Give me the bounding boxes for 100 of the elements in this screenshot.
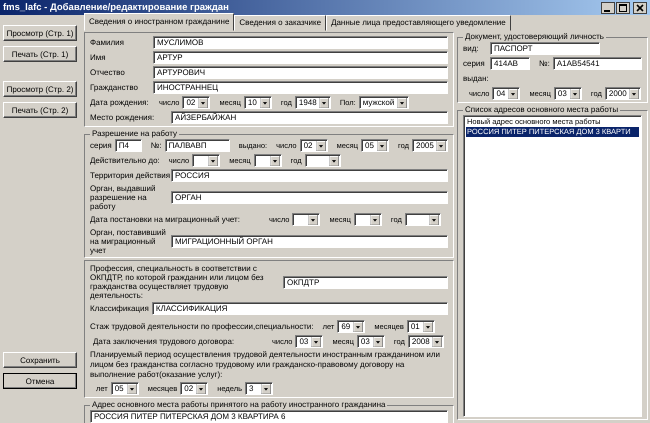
dropdown-arrow-icon [328, 156, 339, 166]
dropdown[interactable] [404, 213, 441, 226]
field-label: вид: [463, 44, 480, 53]
text-field[interactable]: МУСЛИМОВ [153, 36, 448, 49]
dropdown[interactable]: 02 [180, 382, 208, 395]
dropdown-arrow-icon [570, 88, 580, 98]
field-label: №: [150, 141, 162, 150]
dropdown[interactable]: 02 [300, 139, 328, 152]
text-field[interactable]: РОССИЯ [171, 169, 448, 182]
group-title: Адрес основного места работы принятого на работу иностранного гражданина [91, 400, 386, 410]
text-field[interactable]: А1АВ54541 [552, 57, 642, 70]
group-title: Документ, удостоверяющий личность [464, 32, 605, 42]
dropdown[interactable]: 03 [356, 335, 385, 348]
field-label: Орган, выдавший разрешение на работу [90, 184, 156, 211]
text-field[interactable]: РОССИЯ ПИТЕР ПИТЕРСКАЯ ДОМ 3 КВАРТИРА 6 [90, 410, 448, 423]
side-button[interactable]: Просмотр (Стр. 2) [3, 81, 77, 97]
dropdown[interactable]: 05 [110, 382, 139, 395]
dropdown[interactable]: 10 [244, 96, 272, 109]
field-label: серия [463, 59, 486, 68]
maximize-icon[interactable] [616, 2, 630, 14]
text-field[interactable]: КЛАССИФИКАЦИЯ [152, 302, 448, 315]
field-label: №: [539, 59, 550, 68]
text-field[interactable]: АРТУР [153, 51, 448, 64]
dropdown-arrow-icon [308, 214, 318, 224]
tab[interactable]: Сведения о заказчике [234, 15, 326, 31]
dropdown[interactable]: 03 [554, 87, 582, 100]
dropdown-arrow-icon [198, 98, 208, 108]
text-field[interactable]: ПАЛВАВП [164, 139, 230, 152]
side-button[interactable]: Сохранить [3, 352, 77, 368]
side-button[interactable]: Отмена [3, 373, 77, 389]
field-label: Классификация [90, 304, 149, 313]
dropdown[interactable]: 02 [182, 96, 210, 109]
field-label: Фамилия [90, 38, 125, 47]
text-field[interactable]: П4 [114, 139, 142, 152]
dropdown[interactable]: 03 [295, 335, 324, 348]
dropdown[interactable] [304, 154, 341, 167]
field-label: Стаж трудовой деятельности по профессии,специальности: [90, 322, 314, 331]
dropdown-arrow-icon [318, 98, 329, 108]
tab[interactable]: Данные лица предоставляющего уведомление [326, 15, 511, 31]
field-label: Место рождения: [90, 113, 156, 122]
dropdown-arrow-icon [372, 336, 383, 346]
field-label: Орган, поставивший на миграционный учет [90, 228, 167, 255]
dropdown-arrow-icon [311, 336, 322, 346]
dropdown[interactable] [292, 213, 320, 226]
dropdown-arrow-icon [370, 214, 380, 224]
dropdown[interactable]: 01 [406, 320, 435, 333]
minimize-icon[interactable] [601, 2, 615, 14]
group-title: Список адресов основного места работы [464, 105, 620, 115]
dropdown-arrow-icon [396, 98, 407, 108]
side-button[interactable]: Печать (Стр. 1) [3, 46, 77, 62]
text-field[interactable]: ИНОСТРАННЕЦ [153, 81, 448, 94]
dropdown-arrow-icon [508, 88, 518, 98]
dropdown-arrow-icon [422, 322, 433, 332]
dropdown[interactable]: 2008 [408, 335, 444, 348]
dropdown-arrow-icon [628, 88, 639, 98]
field-label: Территория действия [90, 171, 168, 180]
dropdown-arrow-icon [260, 384, 271, 394]
dropdown[interactable]: 2000 [604, 87, 641, 100]
tab[interactable]: Сведения о иностранном гражданине [84, 13, 234, 31]
side-button[interactable]: Печать (Стр. 2) [3, 102, 77, 118]
text-field[interactable]: АЙЗЕРБАЙЖАН [171, 111, 448, 124]
text-field[interactable]: ОРГАН [171, 191, 448, 204]
dropdown-arrow-icon [126, 384, 137, 394]
dropdown[interactable]: 69 [337, 320, 366, 333]
text-field[interactable]: ПАСПОРТ [490, 42, 600, 55]
dropdown-arrow-icon [353, 322, 364, 332]
dropdown[interactable]: мужской [358, 96, 409, 109]
dropdown-arrow-icon [428, 214, 439, 224]
dropdown[interactable]: 04 [492, 87, 520, 100]
dropdown[interactable]: 05 [361, 139, 390, 152]
field-label: Дата постановки на миграционный учет: [90, 215, 241, 224]
text-field[interactable]: 414АВ [490, 57, 530, 70]
window-title: fms_lafc - Добавление/редактирование граждан [3, 2, 229, 13]
group-title: Разрешение на работу [91, 129, 178, 139]
text-field[interactable]: МИГРАЦИОННЫЙ ОРГАН [171, 235, 448, 248]
close-icon[interactable] [633, 2, 647, 14]
dropdown-arrow-icon [432, 336, 442, 346]
field-label: серия [90, 141, 112, 150]
dropdown-arrow-icon [196, 384, 206, 394]
dropdown[interactable]: 3 [244, 382, 273, 395]
field-label: Профессия, специальность в соответствии с ОКПДТР, по которой гражданин или лицом без гражданства осуществляет трудовую деятельность: [90, 264, 265, 300]
field-label: Имя [90, 53, 107, 62]
dropdown-arrow-icon [270, 156, 280, 166]
dropdown-arrow-icon [260, 98, 270, 108]
dropdown[interactable] [254, 154, 282, 167]
dropdown[interactable] [354, 213, 382, 226]
dropdown-arrow-icon [436, 140, 446, 150]
field-label: Отчество [90, 68, 126, 77]
dropdown[interactable]: 2005 [412, 139, 448, 152]
field-label: Гражданство [90, 83, 139, 92]
side-button[interactable]: Просмотр (Стр. 1) [3, 25, 77, 41]
text-field[interactable]: ОКПДТР [283, 276, 448, 288]
field-label: Планируемый период осуществления трудовой деятельности иностранным гражданином или лицом без гражданства согласно трудовому или гражданско-правовому договору на выполнение работ(оказание услуг): [90, 350, 441, 380]
field-label: Дата рождения: [90, 98, 150, 107]
dropdown[interactable] [192, 154, 220, 167]
field-label: выдан: [463, 74, 489, 83]
text-field[interactable]: АРТУРОВИЧ [153, 66, 448, 79]
dropdown-arrow-icon [377, 140, 388, 150]
dropdown[interactable]: 1948 [294, 96, 331, 109]
field-label: Дата заключения трудового договора: [92, 337, 236, 346]
